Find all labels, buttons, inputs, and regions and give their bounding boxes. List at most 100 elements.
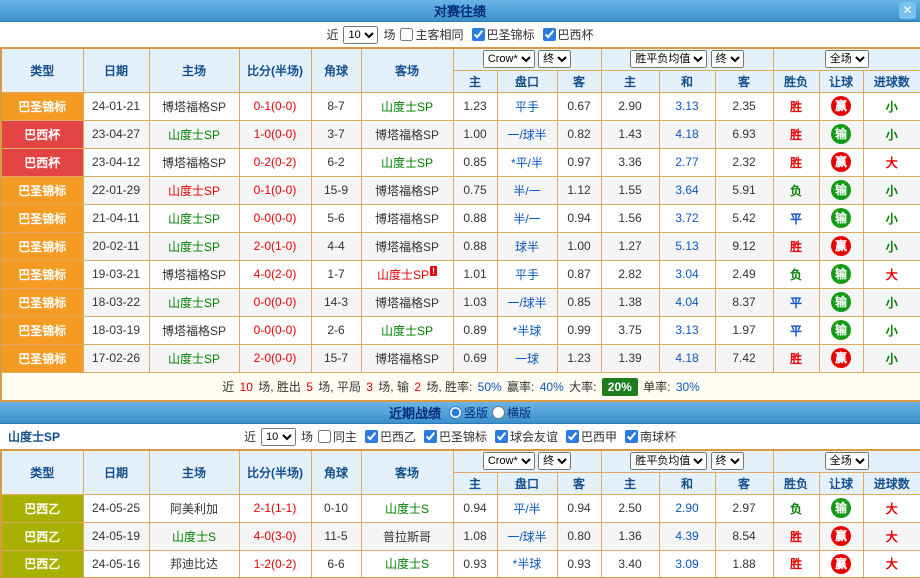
- filter-checkbox[interactable]: 南球杯: [625, 428, 676, 445]
- corners-cell: 15-7: [311, 344, 361, 372]
- draw-odds: 2.90: [659, 494, 715, 522]
- checkbox-input[interactable]: [625, 430, 638, 443]
- handicap-cell: 一球: [497, 344, 557, 372]
- match-row: 巴西乙24-05-25阿美利加2-1(1-1)0-10山度士S0.94平/半0.…: [1, 494, 920, 522]
- checkbox-input[interactable]: [472, 28, 485, 41]
- crow-away-odds: 0.82: [557, 120, 601, 148]
- crow-home-odds: 0.88: [453, 204, 497, 232]
- home-team: 博塔福格SP: [149, 316, 239, 344]
- draw-odds: 2.77: [659, 148, 715, 176]
- avg-odds-select[interactable]: 胜平负均值: [630, 50, 707, 68]
- handicap-result-cell: 输: [819, 316, 863, 344]
- result-cell: 平: [773, 204, 819, 232]
- date-cell: 17-02-26: [83, 344, 149, 372]
- score-cell: 0-1(0-0): [239, 92, 311, 120]
- league-badge: 巴圣锦标: [1, 316, 83, 344]
- avg-odds-time-select[interactable]: 终: [711, 452, 744, 470]
- col-odds-away: 客: [715, 472, 773, 494]
- team-name-label: 山度士SP: [8, 428, 60, 445]
- fulltime-select[interactable]: 全场: [825, 50, 869, 68]
- league-badge: 巴西乙: [1, 550, 83, 578]
- win-odds: 1.39: [601, 344, 659, 372]
- goals-cell: 大: [863, 260, 920, 288]
- away-team: 山度士SP: [361, 148, 453, 176]
- result-cell: 胜: [773, 148, 819, 176]
- away-team: 博塔福格SP: [361, 344, 453, 372]
- goals-cell: 小: [863, 176, 920, 204]
- handicap-cell: *平/半: [497, 148, 557, 176]
- handicap-cell: 半/一: [497, 204, 557, 232]
- close-icon[interactable]: ✕: [899, 2, 916, 19]
- handicap-result-cell: 赢: [819, 550, 863, 578]
- handicap-cell: 球半: [497, 232, 557, 260]
- layout-radio-option[interactable]: 横版: [492, 404, 531, 421]
- filter-checkbox[interactable]: 巴圣锦标: [424, 428, 487, 445]
- away-team: 山度士S: [361, 494, 453, 522]
- filter-checkbox[interactable]: 球会友谊: [495, 428, 558, 445]
- handicap-result-badge: 输: [831, 292, 851, 312]
- h2h-table: 类型 日期 主场 比分(半场) 角球 客场 Crow* 终 胜平负均值 终 全场…: [0, 47, 920, 402]
- col-crow-home: 主: [453, 70, 497, 92]
- filter-checkbox[interactable]: 巴西甲: [566, 428, 617, 445]
- odds-time-select[interactable]: 终: [538, 452, 571, 470]
- avg-odds-time-select[interactable]: 终: [711, 50, 744, 68]
- odds-source-select[interactable]: Crow*: [483, 50, 535, 68]
- checkbox-input[interactable]: [424, 430, 437, 443]
- league-badge: 巴圣锦标: [1, 344, 83, 372]
- h2h-match-count-select[interactable]: 10: [343, 26, 378, 44]
- col-handicap-result: 让球: [819, 70, 863, 92]
- odds-source-select[interactable]: Crow*: [483, 452, 535, 470]
- col-date: 日期: [83, 48, 149, 92]
- checkbox-input[interactable]: [400, 28, 413, 41]
- draw-odds: 4.18: [659, 344, 715, 372]
- corners-cell: 0-10: [311, 494, 361, 522]
- checkbox-input[interactable]: [318, 430, 331, 443]
- rate-highlight-badge: 20%: [602, 378, 638, 396]
- fulltime-select[interactable]: 全场: [825, 452, 869, 470]
- home-team: 山度士SP: [149, 288, 239, 316]
- score-cell: 0-0(0-0): [239, 288, 311, 316]
- handicap-result-badge: 输: [831, 498, 851, 518]
- date-cell: 24-01-21: [83, 92, 149, 120]
- filter-checkbox[interactable]: 巴西乙: [365, 428, 416, 445]
- avg-odds-select[interactable]: 胜平负均值: [630, 452, 707, 470]
- score-cell: 4-0(3-0): [239, 522, 311, 550]
- layout-radio-selected[interactable]: 竖版: [449, 404, 488, 421]
- avg-odds-header: 胜平负均值 终: [601, 450, 773, 472]
- filter-checkbox[interactable]: 巴西杯: [543, 26, 594, 43]
- radio-input[interactable]: [492, 406, 505, 419]
- filter-checkbox[interactable]: 主客相同: [400, 26, 463, 43]
- league-badge: 巴圣锦标: [1, 288, 83, 316]
- checkbox-input[interactable]: [566, 430, 579, 443]
- handicap-result-cell: 输: [819, 260, 863, 288]
- goals-cell: 大: [863, 522, 920, 550]
- result-cell: 胜: [773, 120, 819, 148]
- col-score: 比分(半场): [239, 450, 311, 494]
- crow-home-odds: 1.03: [453, 288, 497, 316]
- crow-away-odds: 0.85: [557, 288, 601, 316]
- filter-checkbox[interactable]: 同主: [318, 428, 357, 445]
- date-cell: 22-01-29: [83, 176, 149, 204]
- filter-checkbox[interactable]: 巴圣锦标: [472, 26, 535, 43]
- handicap-result-badge: 赢: [831, 526, 851, 546]
- crow-away-odds: 0.99: [557, 316, 601, 344]
- checkbox-input[interactable]: [365, 430, 378, 443]
- odds-time-select[interactable]: 终: [538, 50, 571, 68]
- col-handicap: 盘口: [497, 472, 557, 494]
- crow-away-odds: 0.80: [557, 522, 601, 550]
- crow-home-odds: 0.88: [453, 232, 497, 260]
- radio-input[interactable]: [449, 406, 462, 419]
- fulltime-header: 全场: [773, 48, 920, 70]
- checkbox-input[interactable]: [543, 28, 556, 41]
- corners-cell: 6-6: [311, 550, 361, 578]
- crow-home-odds: 1.01: [453, 260, 497, 288]
- handicap-cell: 一/球半: [497, 522, 557, 550]
- league-badge: 巴圣锦标: [1, 92, 83, 120]
- result-cell: 胜: [773, 92, 819, 120]
- lose-odds: 8.54: [715, 522, 773, 550]
- checkbox-input[interactable]: [495, 430, 508, 443]
- recent-table-body: 巴西乙24-05-25阿美利加2-1(1-1)0-10山度士S0.94平/半0.…: [1, 494, 920, 578]
- lose-odds: 6.93: [715, 120, 773, 148]
- crow-home-odds: 1.00: [453, 120, 497, 148]
- recent-match-count-select[interactable]: 10: [261, 428, 296, 446]
